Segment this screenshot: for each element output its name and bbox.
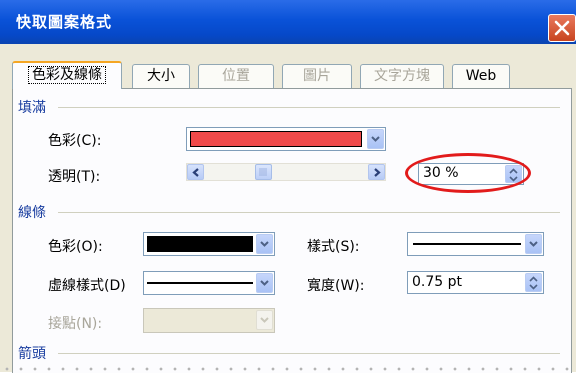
fill-color-dropdown-button[interactable] [367,129,384,149]
connector-dropdown [143,308,275,333]
window-title: 快取圖案格式 [16,13,113,31]
dash-style-preview [147,282,253,284]
highlight-oval [405,153,531,193]
connector-label: 接點(N): [48,316,103,332]
fill-section-divider [58,107,560,108]
close-button[interactable] [548,14,576,42]
title-bar: 快取圖案格式 [0,0,576,44]
fill-color-label: 色彩(C): [48,133,102,149]
tab-position: 位置 [198,64,274,88]
tab-textbox: 文字方塊 [360,64,444,88]
line-section-divider [58,212,560,213]
fill-color-dropdown[interactable] [186,127,386,151]
line-color-dropdown[interactable] [143,232,275,256]
arrow-left-icon [192,168,199,177]
chevron-down-icon [260,241,269,247]
dash-style-label: 虛線樣式(D) [48,278,126,294]
line-color-dropdown-button[interactable] [256,234,273,254]
tab-web[interactable]: Web [452,64,510,88]
slider-right-button[interactable] [368,164,385,180]
fill-color-swatch [190,131,362,147]
tab-colors-lines-label: 色彩及線條 [28,66,106,84]
line-weight-spinner-buttons[interactable] [525,273,542,292]
slider-left-button[interactable] [187,164,204,180]
line-style-dropdown-button[interactable] [525,234,542,254]
arrows-section-divider [58,353,560,354]
tab-picture: 圖片 [282,64,352,88]
line-weight-label: 寬度(W): [307,278,365,294]
tab-size[interactable]: 大小 [132,64,190,88]
slider-thumb[interactable] [255,164,272,180]
chevron-down-icon [260,317,269,323]
spinner-updown-icon [529,276,538,290]
chevron-down-icon [529,241,538,247]
line-color-swatch [147,236,253,252]
arrows-section-title: 箭頭 [18,346,46,362]
transparency-slider[interactable] [186,163,386,181]
line-weight-spinbox[interactable]: 0.75 pt [407,271,544,294]
grip-icon [259,168,267,176]
dash-style-dropdown-button[interactable] [256,273,273,293]
chevron-down-icon [371,136,380,142]
torn-edge [0,366,576,372]
fill-section-title: 填滿 [18,100,46,116]
line-style-label: 樣式(S): [307,239,360,255]
line-section-title: 線條 [18,205,46,221]
line-style-dropdown[interactable] [407,232,544,256]
close-icon [554,20,570,36]
line-style-preview [413,243,521,245]
connector-dropdown-button [256,310,273,330]
transparency-label: 透明(T): [48,169,101,185]
line-color-label: 色彩(O): [48,239,103,255]
chevron-down-icon [260,280,269,286]
dash-style-dropdown[interactable] [143,271,275,295]
line-weight-value: 0.75 pt [412,274,462,290]
arrow-right-icon [374,168,381,177]
tab-colors-lines[interactable]: 色彩及線條 [12,61,122,89]
